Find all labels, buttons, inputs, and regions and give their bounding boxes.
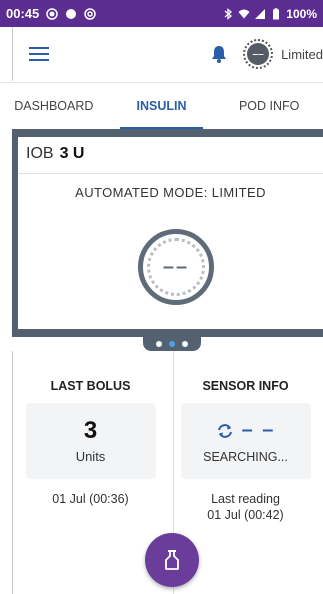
sensor-last-reading: Last reading 01 Jul (00:42) [168,491,323,523]
battery-icon [273,7,280,19]
last-bolus-title: LAST BOLUS [50,379,131,393]
last-reading-time: 01 Jul (00:42) [207,508,284,522]
sensor-info-box[interactable]: – – SEARCHING... [180,403,311,479]
last-bolus-box[interactable]: 3 Units [25,403,156,479]
menu-icon[interactable] [29,47,49,61]
sensor-status: SEARCHING... [203,450,288,464]
status-card-frame: IOB 3 U AUTOMATED MODE: LIMITED –– [12,129,323,337]
clock: 00:45 [6,6,40,21]
tab-dashboard[interactable]: DASHBOARD [0,83,108,130]
card-pager [143,337,201,351]
last-bolus-timestamp: 01 Jul (00:36) [52,492,129,506]
tab-insulin[interactable]: INSULIN [108,83,216,130]
wifi-icon [238,9,250,18]
tab-pod-info[interactable]: POD INFO [215,83,323,130]
bolus-button[interactable] [145,533,199,587]
iob-label: IOB [26,145,54,162]
last-reading-label: Last reading [211,492,280,506]
automated-mode-title: AUTOMATED MODE: LIMITED [75,185,266,200]
pager-dot[interactable] [156,341,162,347]
at-icon [84,7,96,20]
pager-dot[interactable] [182,341,188,347]
glucose-circle: –– [138,229,214,305]
mode-label: Limited [281,46,323,62]
card-divider [18,173,323,174]
app-bar: –– Limited [12,27,323,81]
refresh-icon [217,423,232,438]
record-icon [46,7,58,20]
status-bar: 00:45 100% [0,0,323,27]
last-bolus-value: 3 [83,417,98,444]
pager-dot-active[interactable] [169,341,175,347]
dot-icon [66,8,77,19]
battery-level: 100% [286,6,317,21]
mode-status-icon-text: –– [247,43,270,65]
sensor-info-title: SENSOR INFO [202,379,289,393]
last-bolus-unit: Units [75,449,106,464]
iob-value: 3 U [59,145,85,162]
bluetooth-icon [224,7,233,20]
syringe-icon [165,550,179,570]
tab-bar: DASHBOARD INSULIN POD INFO [0,82,323,130]
sensor-value: – – [241,419,276,441]
signal-icon [255,8,266,19]
bell-icon[interactable] [211,45,227,63]
status-card[interactable]: IOB 3 U AUTOMATED MODE: LIMITED –– [18,137,323,329]
iob-display: IOB 3 U [26,145,84,163]
glucose-value: –– [147,238,205,296]
mode-status-icon[interactable]: –– [243,39,274,69]
